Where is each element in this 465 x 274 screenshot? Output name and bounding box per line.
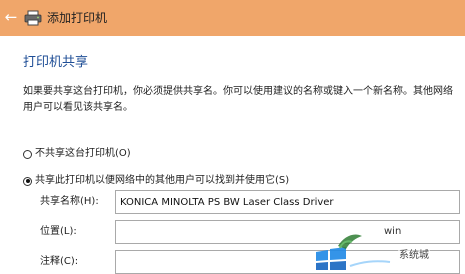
no-share-option[interactable]: 不共享这台打印机(O) <box>23 147 131 161</box>
share-option[interactable]: 共享此打印机以便网络中的其他用户可以找到并使用它(S) <box>23 174 289 188</box>
watermark-text-site: 系统城 <box>398 246 430 261</box>
share-name-input[interactable] <box>115 190 460 214</box>
description-text: 如果要共享这台打印机，你必须提供共享名。你可以使用建议的名称或键入一个新名称。其… <box>23 86 453 113</box>
share-name-label: 共享名称(H): <box>40 196 99 207</box>
comment-label: 注释(C): <box>40 256 79 267</box>
printer-icon <box>24 10 42 26</box>
share-label: 共享此打印机以便网络中的其他用户可以找到并使用它(S) <box>35 175 290 186</box>
watermark-text-win: win <box>383 226 403 237</box>
no-share-label: 不共享这台打印机(O) <box>35 148 131 159</box>
title-bar: ← 添加打印机 <box>0 0 465 36</box>
page-heading: 打印机共享 <box>23 55 89 70</box>
location-label: 位置(L): <box>40 226 77 237</box>
share-radio[interactable] <box>23 176 32 186</box>
no-share-radio[interactable] <box>23 149 32 159</box>
window-title: 添加打印机 <box>47 11 108 25</box>
back-arrow-icon[interactable]: ← <box>2 8 20 26</box>
